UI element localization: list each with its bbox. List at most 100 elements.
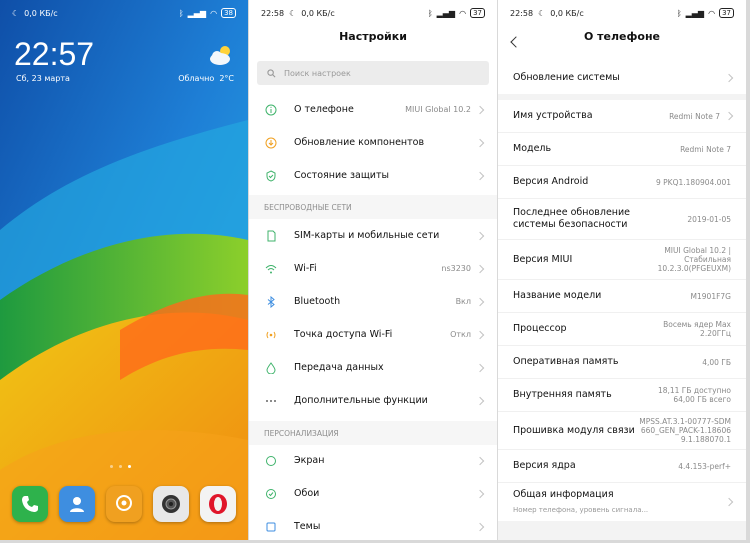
search-placeholder: Поиск настроек xyxy=(284,68,351,78)
info-row-processor: Процессор Восемь ядер Max 2.20ГГц xyxy=(498,313,746,346)
settings-item-updates[interactable]: Обновление компонентов xyxy=(249,126,497,159)
battery-icon: 37 xyxy=(719,8,734,18)
info-label: Версия MIUI xyxy=(513,253,573,265)
settings-item-data-usage[interactable]: Передача данных xyxy=(249,351,497,384)
settings-item-wifi[interactable]: Wi-Fi ns3230 xyxy=(249,252,497,285)
messages-app[interactable] xyxy=(105,486,142,522)
info-value: 4,00 ГБ xyxy=(702,357,731,367)
settings-item-wallpaper[interactable]: Обои xyxy=(249,477,497,510)
moon-icon: ☾ xyxy=(289,8,297,18)
net-speed: 0,0 КБ/с xyxy=(301,8,335,18)
info-icon xyxy=(264,103,278,117)
wifi-status-icon: ◠ xyxy=(210,8,218,18)
bluetooth-icon xyxy=(264,295,278,309)
system-update-item[interactable]: Обновление системы xyxy=(498,61,746,94)
info-row-ram: Оперативная память 4,00 ГБ xyxy=(498,346,746,379)
net-speed: 0,0 КБ/с xyxy=(550,8,584,18)
status-bar: 22:58 ☾ 0,0 КБ/с ᛒ ▂▄▆ ◠ 37 xyxy=(249,0,497,26)
home-screen: ☾ 0,0 КБ/с ᛒ ▂▄▆ ◠ 38 22:57 Сб, 23 марта… xyxy=(0,0,248,540)
general-info-subtitle: Номер телефона, уровень сигнала... xyxy=(513,505,649,514)
info-row-model-name: Название модели M1901F7G xyxy=(498,280,746,313)
settings-item-hotspot[interactable]: Точка доступа Wi-Fi Откл xyxy=(249,318,497,351)
info-value: 2019-01-05 xyxy=(687,214,731,224)
phone-app[interactable] xyxy=(11,486,48,522)
info-row-android-version[interactable]: Версия Android 9 PKQ1.180904.001 xyxy=(498,166,746,199)
info-value: 9 PKQ1.180904.001 xyxy=(656,177,731,187)
update-icon xyxy=(264,136,278,150)
info-label: Название модели xyxy=(513,290,602,301)
search-icon xyxy=(267,68,276,77)
settings-item-label: Обновление компонентов xyxy=(294,137,425,148)
chevron-right-icon xyxy=(475,396,485,405)
info-value: Восемь ядер Max 2.20ГГц xyxy=(663,320,731,338)
settings-item-sim[interactable]: SIM-карты и мобильные сети xyxy=(249,219,497,252)
signal-icon: ▂▄▆ xyxy=(436,8,456,18)
settings-item-label: Обои xyxy=(294,488,320,499)
status-time: 22:58 xyxy=(261,8,285,18)
info-label: Прошивка модуля связи xyxy=(513,424,635,436)
settings-screen: 22:58 ☾ 0,0 КБ/с ᛒ ▂▄▆ ◠ 37 Настройки По… xyxy=(249,0,497,540)
camera-icon xyxy=(162,495,181,513)
contacts-app[interactable] xyxy=(58,486,95,522)
settings-item-label: Bluetooth xyxy=(294,296,341,307)
screenshot-collage: ☾ 0,0 КБ/с ᛒ ▂▄▆ ◠ 38 22:57 Сб, 23 марта… xyxy=(0,0,750,543)
info-label: Версия ядра xyxy=(513,460,576,471)
app-dock xyxy=(0,486,248,522)
weather-cloud-icon[interactable] xyxy=(208,44,234,66)
system-update-label: Обновление системы xyxy=(513,71,620,83)
info-value: 4.4.153-perf+ xyxy=(678,461,731,471)
chevron-right-icon xyxy=(475,171,485,180)
settings-item-label: Состояние защиты xyxy=(294,170,390,181)
themes-icon xyxy=(264,520,278,534)
search-input[interactable]: Поиск настроек xyxy=(257,61,489,85)
page-title: О телефоне xyxy=(583,30,661,43)
chevron-right-icon xyxy=(475,522,485,531)
general-info-item[interactable]: Общая информация Номер телефона, уровень… xyxy=(498,483,746,521)
settings-item-value: Откл xyxy=(450,330,471,339)
info-row-device-name[interactable]: Имя устройства Redmi Note 7 xyxy=(498,100,746,133)
net-speed: 0,0 КБ/с xyxy=(24,8,58,18)
opera-app[interactable] xyxy=(200,486,237,522)
settings-item-more[interactable]: Дополнительные функции xyxy=(249,384,497,417)
page-dot xyxy=(119,465,122,468)
shield-icon xyxy=(264,169,278,183)
settings-item-label: Wi-Fi xyxy=(294,263,317,274)
sim-icon xyxy=(264,229,278,243)
general-info-label: Общая информация xyxy=(513,488,614,500)
settings-item-bluetooth[interactable]: Bluetooth Вкл xyxy=(249,285,497,318)
date: Сб, 23 марта xyxy=(16,74,70,83)
hotspot-icon xyxy=(264,328,278,342)
settings-item-label: SIM-карты и мобильные сети xyxy=(294,230,440,241)
chevron-right-icon xyxy=(475,264,485,273)
settings-item-value: MIUI Global 10.2 xyxy=(405,105,471,114)
wifi-status-icon: ◠ xyxy=(459,8,467,18)
chevron-right-icon xyxy=(724,111,734,121)
phone-icon xyxy=(21,496,38,512)
status-bar: 22:58 ☾ 0,0 КБ/с ᛒ ▂▄▆ ◠ 37 xyxy=(498,0,746,26)
bottom-spacer xyxy=(498,521,746,540)
settings-item-themes[interactable]: Темы xyxy=(249,510,497,540)
chevron-right-icon xyxy=(475,138,485,147)
camera-app[interactable] xyxy=(153,486,190,522)
page-dot-active xyxy=(128,465,131,468)
settings-item-display[interactable]: Экран xyxy=(249,444,497,477)
data-icon xyxy=(264,361,278,375)
battery-icon: 37 xyxy=(470,8,485,18)
settings-item-label: О телефоне xyxy=(294,104,354,115)
clock[interactable]: 22:57 xyxy=(14,36,94,73)
chevron-right-icon xyxy=(475,489,485,498)
about-phone-screen: 22:58 ☾ 0,0 КБ/с ᛒ ▂▄▆ ◠ 37 О телефоне О… xyxy=(498,0,746,540)
info-row-storage: Внутренняя память 18,11 ГБ доступно 64,0… xyxy=(498,379,746,412)
info-label: Имя устройства xyxy=(513,110,593,121)
settings-item-value: ns3230 xyxy=(441,264,471,273)
section-header-wireless: БЕСПРОВОДНЫЕ СЕТИ xyxy=(249,195,497,219)
weather-widget[interactable]: Облачно 2°C xyxy=(178,74,234,83)
wifi-icon xyxy=(264,262,278,276)
wallpaper-icon xyxy=(264,487,278,501)
info-row-miui-version[interactable]: Версия MIUI MIUI Global 10.2 | Стабильна… xyxy=(498,240,746,280)
settings-item-about[interactable]: О телефоне MIUI Global 10.2 xyxy=(249,93,497,126)
info-value: Redmi Note 7 xyxy=(680,144,731,154)
messages-icon xyxy=(115,495,132,511)
weather-condition: Облачно xyxy=(178,74,215,83)
settings-item-security[interactable]: Состояние защиты xyxy=(249,159,497,192)
